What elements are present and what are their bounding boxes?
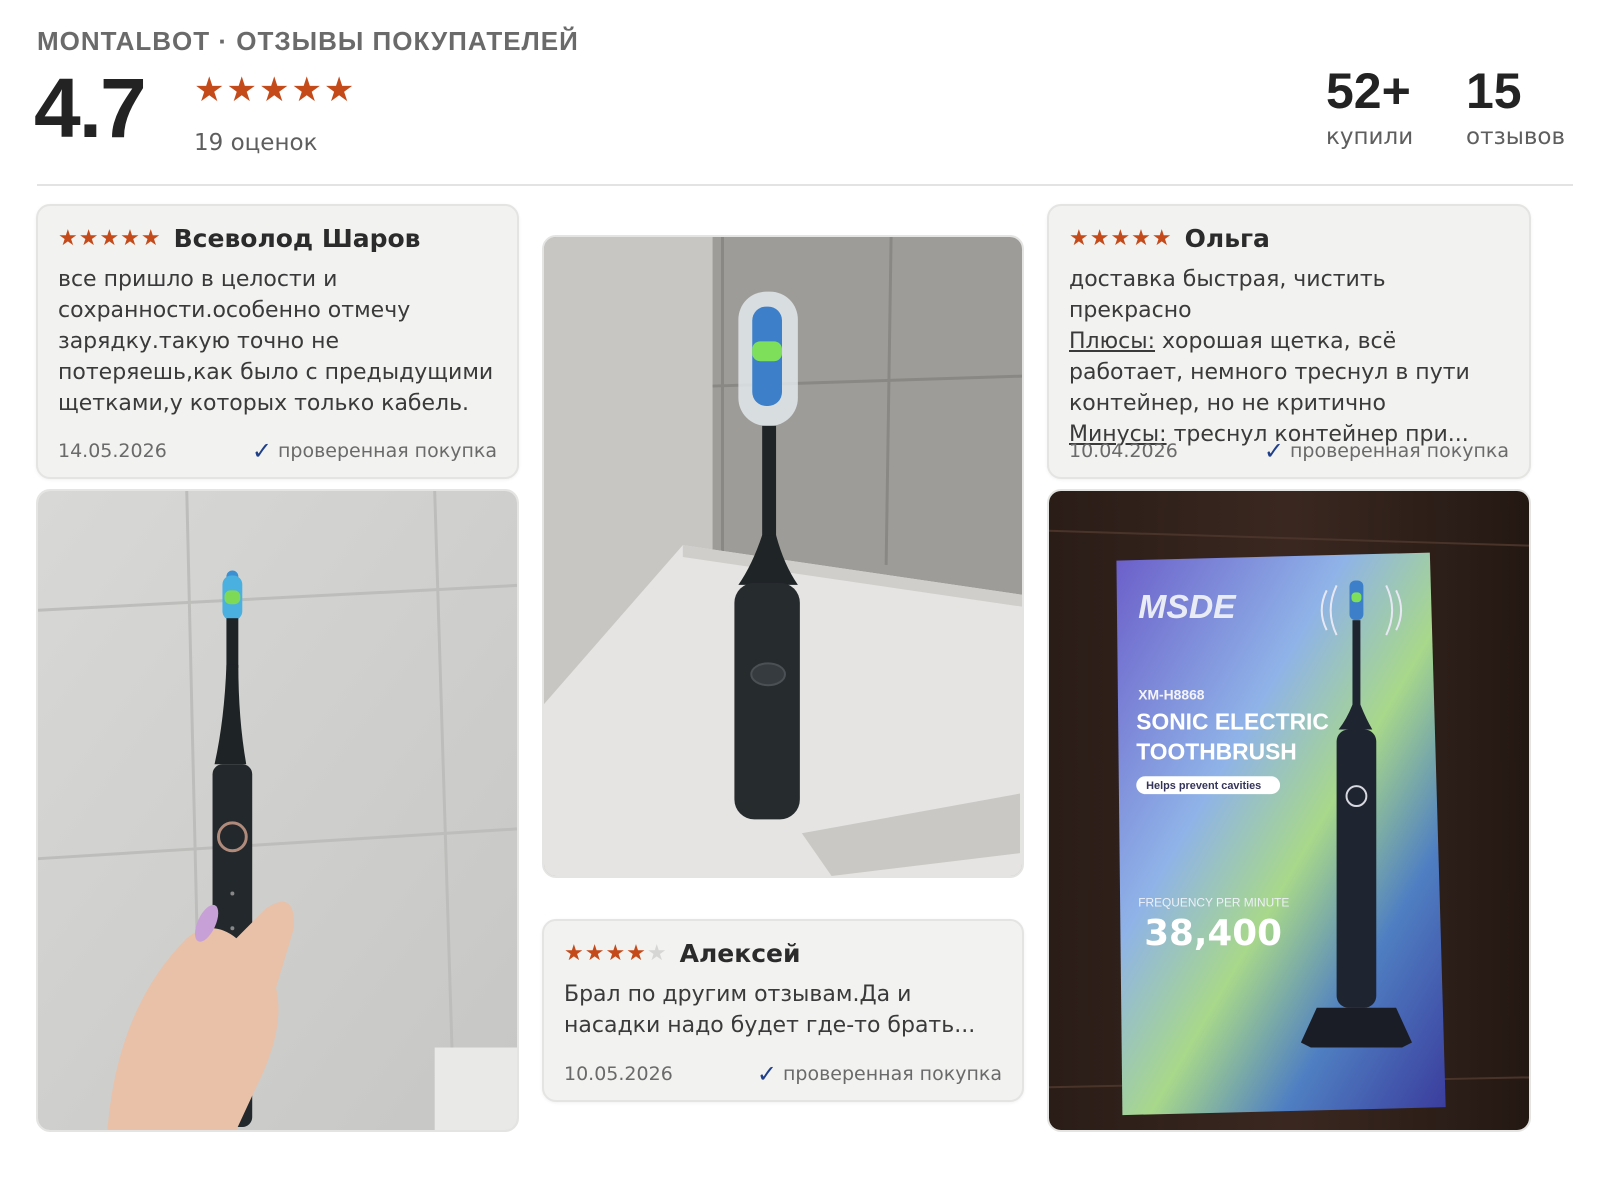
toothbrush-on-shelf-image xyxy=(544,237,1022,876)
review-photo[interactable] xyxy=(542,235,1024,878)
reviews-header: MONTALBOT · ОТЗЫВЫ ПОКУПАТЕЛЕЙ 4.7 ★★★★★… xyxy=(34,0,1573,186)
review-stars-icon: ★★★★★ xyxy=(1069,226,1173,251)
checkmark-icon: ✓ xyxy=(756,1060,777,1088)
box-freq-value: 38,400 xyxy=(1144,913,1282,954)
box-badge: Helps prevent cavities xyxy=(1146,780,1261,792)
review-stars-icon: ★★★★★ xyxy=(564,941,668,966)
verified-label: проверенная покупка xyxy=(277,440,497,462)
stat-reviews[interactable]: 15 отзывов xyxy=(1466,62,1565,150)
brand-title: MONTALBOT · ОТЗЫВЫ ПОКУПАТЕЛЕЙ xyxy=(37,26,579,56)
average-rating: 4.7 xyxy=(34,61,147,155)
verified-badge: ✓ проверенная покупка xyxy=(252,437,497,465)
review-header: ★★★★★ Ольга xyxy=(1069,224,1270,253)
review-text: все пришло в целости и сохранности.особе… xyxy=(58,267,494,416)
stat-bought-label: купили xyxy=(1326,124,1414,150)
box-title-line1: SONIC ELECTRIC xyxy=(1136,708,1329,734)
toothbrush-in-hand-image xyxy=(38,491,517,1130)
box-freq-label: FREQUENCY PER MINUTE xyxy=(1138,895,1289,909)
review-text: Брал по другим отзывам.Да и насадки надо… xyxy=(564,982,976,1038)
review-author: Ольга xyxy=(1184,224,1270,253)
box-model: XM-H8868 xyxy=(1138,687,1205,703)
pros-label: Плюсы: xyxy=(1069,329,1156,354)
review-pros: Плюсы: хорошая щетка, всё работает, немн… xyxy=(1069,329,1470,416)
box-title-line2: TOOTHBRUSH xyxy=(1136,738,1296,764)
rating-stars-icon: ★★★★★ xyxy=(194,70,357,110)
checkmark-icon: ✓ xyxy=(1263,437,1284,465)
review-photo[interactable] xyxy=(36,489,519,1132)
review-header: ★★★★★ Алексей xyxy=(564,939,801,968)
review-date: 10.04.2026 xyxy=(1069,440,1178,462)
review-text: доставка быстрая, чистить прекрасно Плюс… xyxy=(1069,264,1511,450)
review-author: Алексей xyxy=(679,939,801,968)
review-author: Всеволод Шаров xyxy=(173,224,421,253)
review-card[interactable]: ★★★★★ Ольга доставка быстрая, чистить пр… xyxy=(1047,204,1531,479)
product-box-image: MSDE XM-H8868 SONIC ELECTRIC TOOTHBRUSH … xyxy=(1049,491,1529,1130)
rating-count: 19 оценок xyxy=(194,130,318,156)
review-card[interactable]: ★★★★★ Всеволод Шаров все пришло в целост… xyxy=(36,204,519,479)
review-date: 10.05.2026 xyxy=(564,1063,673,1085)
review-stars-icon: ★★★★★ xyxy=(58,226,162,251)
stat-reviews-label: отзывов xyxy=(1466,124,1566,150)
verified-badge: ✓ проверенная покупка xyxy=(1264,437,1509,465)
box-brand-logo: MSDE xyxy=(1138,588,1237,626)
review-summary: доставка быстрая, чистить прекрасно xyxy=(1069,267,1386,323)
stat-bought-value: 52+ xyxy=(1326,63,1411,119)
review-date: 14.05.2026 xyxy=(58,440,167,462)
review-footer: 10.04.2026 ✓ проверенная покупка xyxy=(1069,437,1509,465)
review-photo[interactable]: MSDE XM-H8868 SONIC ELECTRIC TOOTHBRUSH … xyxy=(1047,489,1531,1132)
verified-badge: ✓ проверенная покупка xyxy=(757,1060,1002,1088)
verified-label: проверенная покупка xyxy=(1289,440,1509,462)
stat-reviews-value: 15 xyxy=(1466,63,1522,119)
stat-bought: 52+ купили xyxy=(1326,62,1413,150)
checkmark-icon: ✓ xyxy=(251,437,272,465)
review-footer: 10.05.2026 ✓ проверенная покупка xyxy=(564,1060,1002,1088)
review-header: ★★★★★ Всеволод Шаров xyxy=(58,224,420,253)
review-card[interactable]: ★★★★★ Алексей Брал по другим отзывам.Да … xyxy=(542,919,1024,1102)
verified-label: проверенная покупка xyxy=(782,1063,1002,1085)
review-footer: 14.05.2026 ✓ проверенная покупка xyxy=(58,437,497,465)
